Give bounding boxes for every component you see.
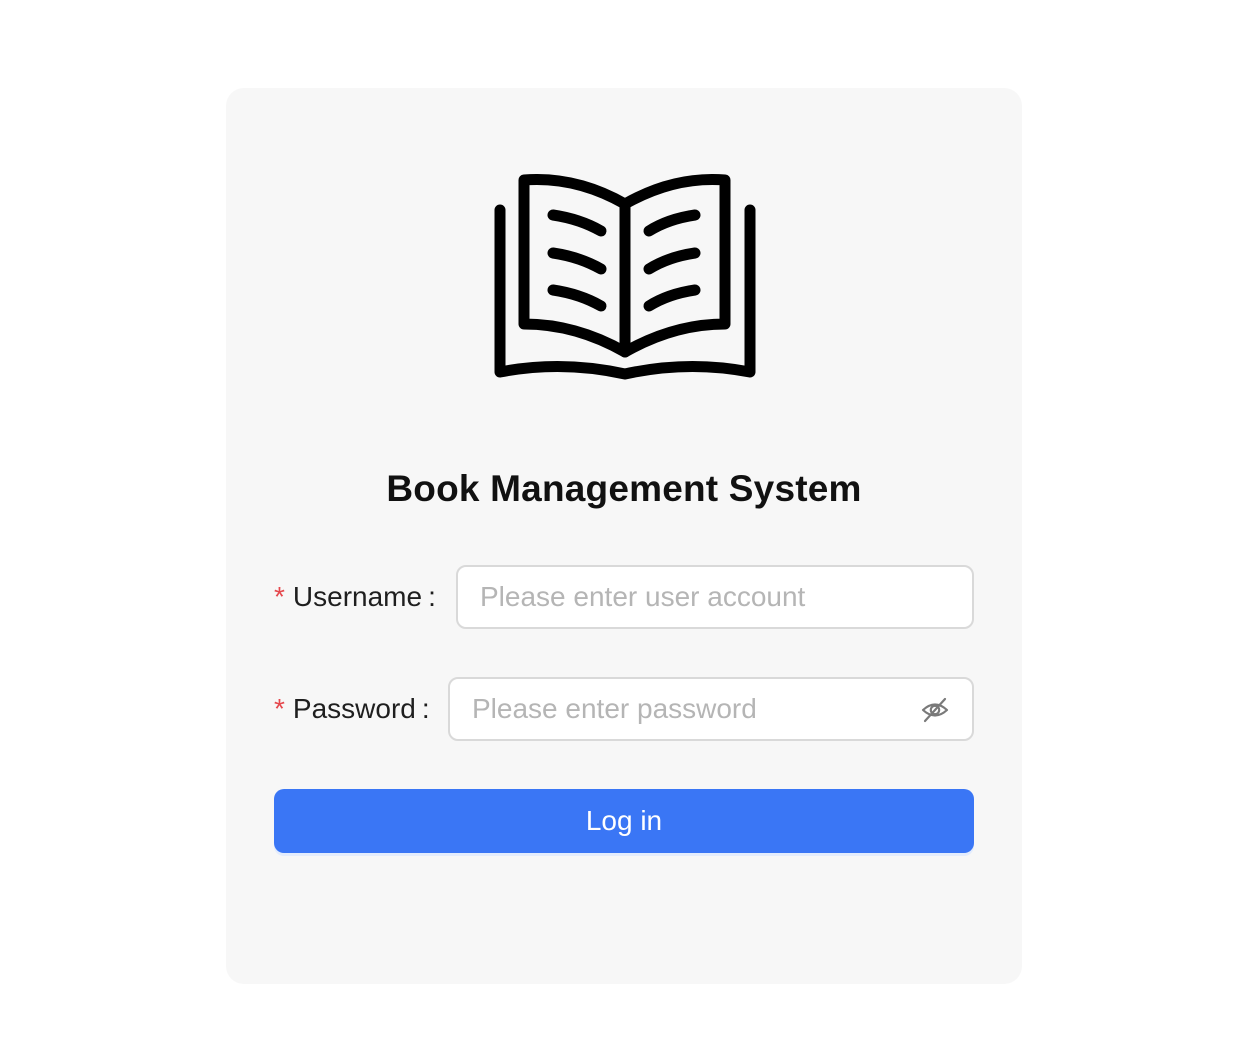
username-label-text: Username bbox=[292, 581, 423, 612]
label-colon: : bbox=[421, 693, 430, 724]
login-button[interactable]: Log in bbox=[274, 789, 974, 853]
username-input[interactable] bbox=[480, 567, 950, 627]
label-colon: : bbox=[428, 581, 436, 612]
username-input-wrapper[interactable] bbox=[456, 565, 974, 629]
page-title: Book Management System bbox=[386, 468, 862, 509]
password-form-item: * Password: bbox=[274, 677, 974, 741]
eye-off-icon[interactable] bbox=[920, 695, 950, 725]
open-book-icon bbox=[492, 174, 756, 380]
required-mark: * bbox=[274, 693, 285, 724]
login-card: Book Management System *Username: *Passw… bbox=[226, 88, 1022, 984]
username-label: * Username: bbox=[274, 565, 436, 629]
password-input[interactable] bbox=[472, 679, 902, 739]
username-form-item: * Username: bbox=[274, 565, 974, 629]
password-input-wrapper[interactable] bbox=[448, 677, 974, 741]
password-label: * Password: bbox=[274, 677, 430, 741]
password-label-text: Password bbox=[292, 693, 416, 724]
required-mark: * bbox=[274, 581, 285, 612]
